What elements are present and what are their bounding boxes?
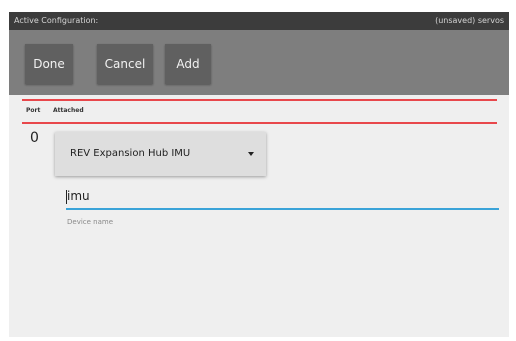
header-divider-bottom — [22, 122, 497, 124]
window-title: Active Configuration: — [14, 16, 99, 25]
input-underline — [66, 208, 499, 210]
device-name-input[interactable]: imu — [66, 187, 499, 210]
done-button[interactable]: Done — [25, 44, 73, 84]
save-status: (unsaved) servos — [435, 16, 504, 25]
action-toolbar: Done Cancel Add — [9, 30, 509, 95]
device-type-selected: REV Expansion Hub IMU — [70, 148, 191, 159]
add-button[interactable]: Add — [165, 44, 211, 84]
title-bar: Active Configuration: (unsaved) servos — [9, 12, 509, 30]
device-name-value: imu — [67, 189, 90, 203]
dropdown-caret-icon — [248, 152, 254, 156]
port-number: 0 — [30, 130, 39, 146]
column-header-attached: Attached — [53, 107, 84, 114]
device-name-hint: Device name — [67, 218, 114, 226]
header-divider-top — [22, 99, 497, 101]
device-type-dropdown[interactable]: REV Expansion Hub IMU — [55, 132, 266, 176]
configuration-panel: Port Attached 0 REV Expansion Hub IMU im… — [9, 95, 509, 337]
column-header-port: Port — [26, 107, 41, 114]
app-window: Active Configuration: (unsaved) servos D… — [9, 12, 509, 337]
cancel-button[interactable]: Cancel — [97, 44, 153, 84]
